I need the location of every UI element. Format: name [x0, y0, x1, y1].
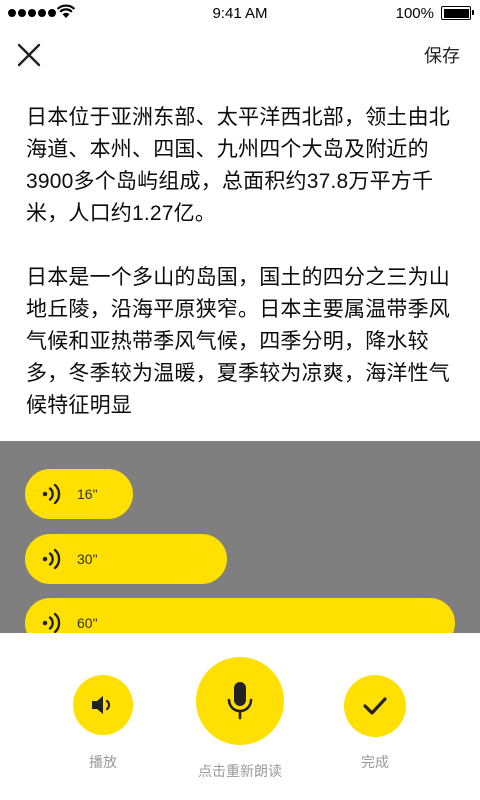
- article-text: 日本位于亚洲东部、太平洋西北部，领土由北海道、本州、四国、九州四个大岛及附近的3…: [26, 102, 462, 442]
- sound-wave-icon: [42, 548, 61, 570]
- sound-wave-icon: [42, 483, 61, 505]
- record-label: 点击重新朗读: [198, 763, 282, 779]
- close-icon: [17, 43, 41, 67]
- duration-label: 60": [77, 615, 98, 631]
- duration-label: 16": [77, 486, 98, 502]
- sound-wave-icon: [42, 612, 61, 634]
- play-button[interactable]: [73, 675, 133, 735]
- battery-icon: [441, 6, 474, 20]
- battery-percent: 100%: [395, 5, 434, 22]
- speaker-icon: [92, 696, 111, 714]
- microphone-icon: [227, 682, 253, 720]
- record-button[interactable]: [196, 657, 284, 745]
- checkmark-icon: [363, 697, 387, 715]
- done-label: 完成: [361, 754, 389, 770]
- done-button[interactable]: [344, 675, 406, 737]
- play-label: 播放: [89, 754, 117, 770]
- status-bar: 9:41 AM 100%: [0, 0, 480, 26]
- bottom-controls: 播放 点击重新朗读 完成: [0, 633, 480, 800]
- article-paragraph: 日本是一个多山的岛国，国土的四分之三为山地丘陵，沿海平原狭窄。日本主要属温带季风…: [26, 266, 450, 417]
- recording-16s-item[interactable]: 16": [25, 469, 133, 519]
- save-button[interactable]: 保存: [424, 42, 460, 68]
- close-button[interactable]: [14, 40, 44, 70]
- article-paragraph: 日本位于亚洲东部、太平洋西北部，领土由北海道、本州、四国、九州四个大岛及附近的3…: [26, 106, 450, 225]
- recording-overlay: 16" 30" 60": [0, 441, 480, 648]
- recording-30s-item[interactable]: 30": [25, 534, 227, 584]
- duration-label: 30": [77, 551, 98, 567]
